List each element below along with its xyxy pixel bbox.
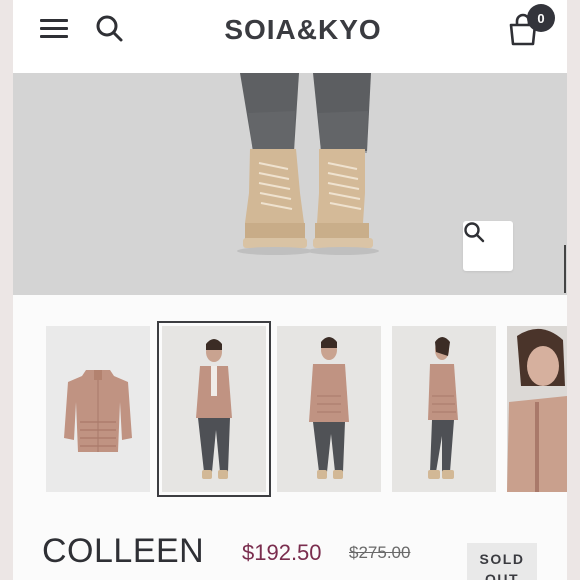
thumbnail-jacket-flat[interactable] [46,326,150,492]
sale-price: $192.50 [242,540,322,565]
hamburger-icon[interactable] [40,17,68,41]
site-header: SOIA&KYO 0 [13,0,567,73]
thumbnail-model-front-2[interactable] [277,326,381,492]
product-page: SOIA&KYO 0 COLLEEN $192.50 $275.00 SOLD … [13,0,567,580]
main-product-image[interactable] [13,73,567,295]
original-price: $275.00 [349,543,411,562]
scroll-indicator[interactable] [564,245,566,293]
sold-out-badge: SOLD OUT [467,543,537,580]
thumbnail-model-side[interactable] [392,326,496,492]
zoom-icon[interactable] [463,221,513,271]
thumbnail-model-closeup[interactable] [507,326,567,492]
product-name: COLLEEN [42,532,205,570]
thumbnail-strip [13,321,567,497]
cart-count-badge[interactable]: 0 [527,4,555,32]
brand-logo[interactable]: SOIA&KYO [163,14,443,46]
search-icon[interactable] [95,14,125,44]
thumbnail-model-front[interactable] [157,321,271,497]
